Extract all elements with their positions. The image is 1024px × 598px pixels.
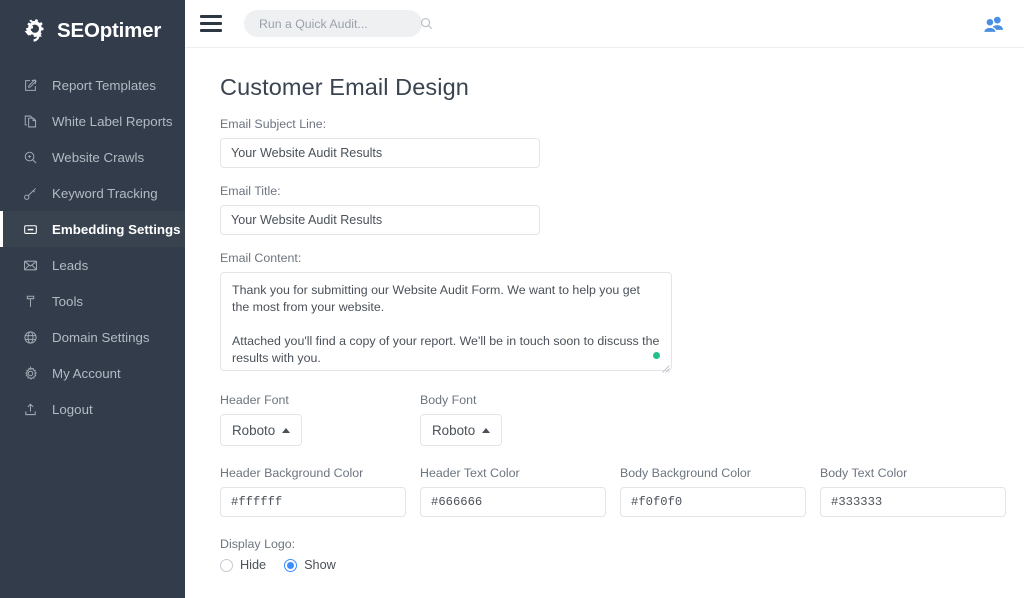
users-people-icon[interactable]: [982, 15, 1004, 33]
embed-box-icon: [22, 221, 38, 237]
sidebar-item-website-crawls[interactable]: Website Crawls: [0, 139, 185, 175]
display-logo-label: Display Logo:: [220, 537, 1024, 551]
header-font-label: Header Font: [220, 393, 420, 407]
sidebar-item-embedding-settings[interactable]: Embedding Settings: [0, 211, 185, 247]
body-text-color-label: Body Text Color: [820, 466, 1020, 480]
header-font-group: Header Font Roboto: [220, 393, 420, 446]
sidebar-item-report-templates[interactable]: Report Templates: [0, 67, 185, 103]
email-title-group: Email Title:: [220, 184, 1024, 235]
radio-button-hide[interactable]: [220, 559, 233, 572]
sidebar-item-tools[interactable]: Tools: [0, 283, 185, 319]
sidebar-item-label: My Account: [52, 366, 121, 381]
header-text-color-label: Header Text Color: [420, 466, 620, 480]
header-background-color-group: Header Background Color: [220, 466, 420, 517]
app-root: SEOptimer Report Templates: [0, 0, 1024, 598]
radio-label-show: Show: [304, 558, 336, 572]
email-subject-input[interactable]: [220, 138, 540, 168]
key-line-icon: [22, 185, 38, 201]
chevron-up-icon: [482, 428, 490, 433]
email-title-input[interactable]: [220, 205, 540, 235]
chevron-up-icon: [282, 428, 290, 433]
sidebar-item-domain-settings[interactable]: Domain Settings: [0, 319, 185, 355]
display-logo-radio-row: Hide Show: [220, 558, 1024, 572]
envelope-icon: [22, 257, 38, 273]
magnifier-icon: [22, 149, 38, 165]
globe-icon: [22, 329, 38, 345]
hamburger-icon[interactable]: [200, 13, 222, 35]
body-font-label: Body Font: [420, 393, 620, 407]
hamburger-bar: [200, 22, 222, 25]
sidebar-item-white-label-reports[interactable]: White Label Reports: [0, 103, 185, 139]
sidebar-item-label: Website Crawls: [52, 150, 144, 165]
sidebar-item-label: Domain Settings: [52, 330, 150, 345]
sidebar-nav: Report Templates White Label Reports: [0, 67, 185, 427]
sidebar-item-label: Embedding Settings: [52, 222, 181, 237]
sidebar-item-label: Tools: [52, 294, 83, 309]
body-font-dropdown[interactable]: Roboto: [420, 414, 502, 446]
header-background-color-label: Header Background Color: [220, 466, 420, 480]
email-subject-group: Email Subject Line:: [220, 117, 1024, 168]
brand-name: SEOptimer: [57, 19, 161, 43]
brand-logo-area[interactable]: SEOptimer: [0, 0, 185, 48]
radio-button-show[interactable]: [284, 559, 297, 572]
body-font-group: Body Font Roboto: [420, 393, 620, 446]
body-text-color-group: Body Text Color: [820, 466, 1020, 517]
sidebar-item-logout[interactable]: Logout: [0, 391, 185, 427]
topbar: [185, 0, 1024, 48]
display-logo-option-show[interactable]: Show: [284, 558, 336, 572]
color-row: Header Background Color Header Text Colo…: [220, 466, 1024, 517]
status-dot-icon: [653, 352, 660, 359]
sidebar-item-label: Leads: [52, 258, 88, 273]
body-font-value: Roboto: [432, 423, 475, 438]
sidebar-item-leads[interactable]: Leads: [0, 247, 185, 283]
email-content-wrapper: Thank you for submitting our Website Aud…: [220, 272, 672, 371]
sidebar-item-label: Report Templates: [52, 78, 156, 93]
copy-documents-icon: [22, 113, 38, 129]
body-background-color-label: Body Background Color: [620, 466, 820, 480]
email-subject-label: Email Subject Line:: [220, 117, 1024, 131]
content-area: Customer Email Design Email Subject Line…: [185, 48, 1024, 598]
hamburger-bar: [200, 15, 222, 18]
header-font-value: Roboto: [232, 423, 275, 438]
page-title: Customer Email Design: [220, 74, 1024, 101]
main-area: Customer Email Design Email Subject Line…: [185, 0, 1024, 598]
body-text-color-input[interactable]: [820, 487, 1006, 517]
display-logo-group: Display Logo: Hide Show: [220, 537, 1024, 572]
search-input[interactable]: [257, 16, 420, 32]
hamburger-bar: [200, 29, 222, 32]
email-title-label: Email Title:: [220, 184, 1024, 198]
sidebar: SEOptimer Report Templates: [0, 0, 185, 598]
pencil-square-icon: [22, 77, 38, 93]
logout-upload-icon: [22, 401, 38, 417]
search-icon: [420, 17, 433, 30]
email-content-group: Email Content: Thank you for submitting …: [220, 251, 1024, 371]
sidebar-item-keyword-tracking[interactable]: Keyword Tracking: [0, 175, 185, 211]
header-background-color-input[interactable]: [220, 487, 406, 517]
sidebar-item-label: Logout: [52, 402, 93, 417]
header-text-color-group: Header Text Color: [420, 466, 620, 517]
sidebar-item-label: White Label Reports: [52, 114, 172, 129]
font-row: Header Font Roboto Body Font Roboto: [220, 393, 1024, 446]
body-background-color-input[interactable]: [620, 487, 806, 517]
display-logo-option-hide[interactable]: Hide: [220, 558, 266, 572]
email-content-textarea[interactable]: Thank you for submitting our Website Aud…: [220, 272, 672, 371]
sidebar-item-label: Keyword Tracking: [52, 186, 158, 201]
seoptimer-gear-refresh-logo-icon: [20, 17, 48, 45]
body-background-color-group: Body Background Color: [620, 466, 820, 517]
quick-audit-search[interactable]: [244, 10, 422, 37]
radio-label-hide: Hide: [240, 558, 266, 572]
header-text-color-input[interactable]: [420, 487, 606, 517]
email-content-label: Email Content:: [220, 251, 1024, 265]
hammer-icon: [22, 293, 38, 309]
sidebar-item-my-account[interactable]: My Account: [0, 355, 185, 391]
gear-icon: [22, 365, 38, 381]
header-font-dropdown[interactable]: Roboto: [220, 414, 302, 446]
